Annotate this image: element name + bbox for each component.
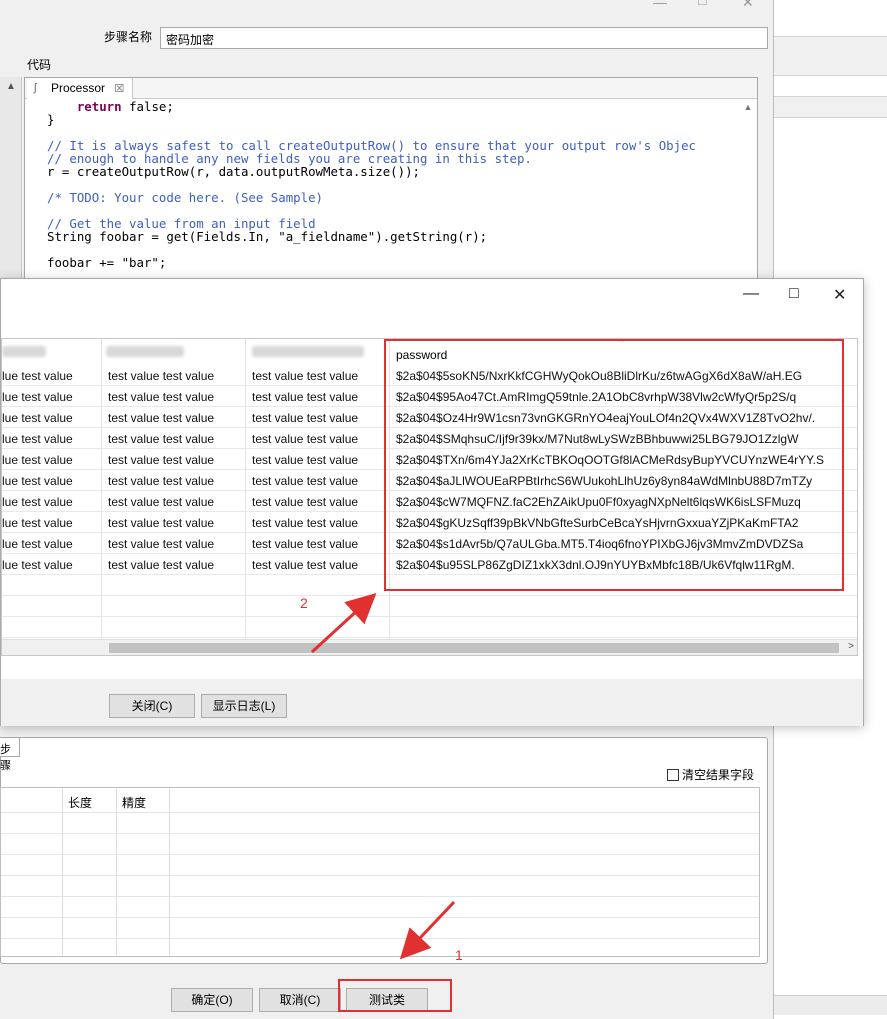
blurred-column-header (252, 346, 364, 357)
empty-table-row (2, 596, 857, 617)
cell-col3: test value test value (252, 558, 359, 572)
cell-col2: test value test value (108, 369, 215, 383)
scroll-up-icon[interactable]: ▲ (6, 81, 16, 92)
code-editor[interactable]: ʃ Processor ☒ ▲ return false; } // It is… (24, 77, 758, 297)
close-icon[interactable]: ✕ (833, 285, 846, 305)
cell-col1: lue test value (2, 495, 73, 509)
annotation-marker-2: 2 (300, 595, 308, 611)
code-text[interactable]: return false; } // It is always safest t… (47, 100, 739, 269)
tab-label: Processor (51, 81, 106, 95)
cell-col2: test value test value (108, 411, 215, 425)
grid-column-divider (169, 788, 170, 956)
cell-col1: lue test value (2, 537, 73, 551)
cell-col3: test value test value (252, 453, 359, 467)
editor-tab-bar: ʃ Processor ☒ (25, 78, 757, 99)
code-line: } (47, 112, 55, 127)
highlight-test-button (338, 979, 452, 1012)
minimize-icon[interactable]: — (653, 0, 667, 10)
tab-close-icon[interactable]: ☒ (114, 83, 124, 95)
checkbox-box[interactable] (667, 768, 679, 781)
cell-col2: test value test value (108, 474, 215, 488)
cell-col1: lue test value (2, 369, 73, 383)
highlight-password-column (384, 339, 844, 591)
scroll-up-icon[interactable]: ▲ (741, 102, 755, 116)
cell-col2: test value test value (108, 453, 215, 467)
code-line: r = createOutputRow(r, data.outputRowMet… (47, 164, 420, 179)
cell-col3: test value test value (252, 537, 359, 551)
grid-row-divider (1, 833, 759, 834)
background-toolbar (774, 36, 887, 76)
cell-col3: test value test value (252, 390, 359, 404)
cell-col2: test value test value (108, 516, 215, 530)
horizontal-scrollbar[interactable]: > (2, 639, 857, 655)
tab-processor[interactable]: ʃ Processor ☒ (27, 78, 134, 99)
code-label: 代码 (27, 58, 52, 72)
grid-row-divider (1, 917, 759, 918)
grid-row-divider (1, 875, 759, 876)
grid-row-divider (1, 938, 759, 939)
cell-col2: test value test value (108, 495, 215, 509)
close-icon[interactable]: ✕ (742, 0, 754, 11)
background-panel-header (774, 96, 887, 118)
preview-title-bar: — □ ✕ (1, 279, 863, 311)
cell-col2: test value test value (108, 537, 215, 551)
scrollbar-thumb[interactable] (109, 643, 839, 653)
ok-button[interactable]: 确定(O) (171, 988, 253, 1012)
grid-row-divider (1, 896, 759, 897)
code-line: return false; (76, 100, 174, 114)
grid-row-divider (1, 854, 759, 855)
checkbox-label: 清空结果字段 (682, 768, 755, 782)
java-file-icon: ʃ (34, 82, 37, 94)
grid-column-divider (116, 788, 117, 956)
cell-col3: test value test value (252, 411, 359, 425)
tab-steps[interactable]: 步骤 (0, 737, 20, 772)
code-line: String foobar = get(Fields.In, "a_fieldn… (47, 229, 488, 244)
cell-col1: lue test value (2, 453, 73, 467)
grid-column-divider (62, 788, 63, 956)
maximize-icon[interactable]: □ (789, 285, 799, 303)
tab-steps-label: 步骤 (0, 744, 11, 772)
cell-col3: test value test value (252, 516, 359, 530)
code-line: /* TODO: Your code here. (See Sample) (47, 190, 324, 205)
cell-col1: lue test value (2, 390, 73, 404)
cell-col3: test value test value (252, 369, 359, 383)
blurred-column-header (106, 346, 184, 357)
cell-col1: lue test value (2, 474, 73, 488)
cell-col3: test value test value (252, 432, 359, 446)
maximize-icon[interactable]: □ (698, 0, 706, 8)
clear-result-fields-checkbox[interactable]: 清空结果字段 (667, 766, 754, 783)
code-line: foobar += "bar"; (47, 255, 167, 269)
cell-col1: lue test value (2, 558, 73, 572)
blurred-column-header (2, 346, 46, 357)
cell-col2: test value test value (108, 390, 215, 404)
grid-header-precision: 精度 (122, 796, 147, 810)
cell-col3: test value test value (252, 495, 359, 509)
cell-col1: lue test value (2, 516, 73, 530)
background-status-bar (774, 995, 887, 1015)
cell-col1: lue test value (2, 432, 73, 446)
grid-header-length: 长度 (68, 796, 93, 810)
annotation-marker-1: 1 (455, 947, 463, 963)
minimize-icon[interactable]: — (743, 285, 759, 303)
cell-col3: test value test value (252, 474, 359, 488)
cell-col2: test value test value (108, 558, 215, 572)
close-button[interactable]: 关闭(C) (109, 694, 195, 718)
step-name-label: 步骤名称 (104, 30, 153, 44)
cell-col2: test value test value (108, 432, 215, 446)
cell-col1: lue test value (2, 411, 73, 425)
empty-table-row (2, 617, 857, 638)
scroll-right-icon[interactable]: > (848, 641, 854, 652)
step-name-input[interactable]: 密码加密 (160, 27, 768, 49)
cancel-button[interactable]: 取消(C) (259, 988, 341, 1012)
grid-row-divider (1, 812, 759, 813)
left-gutter: ▲ (0, 77, 22, 297)
fields-grid[interactable]: 长度 精度 (0, 787, 760, 957)
show-log-button[interactable]: 显示日志(L) (201, 694, 287, 718)
